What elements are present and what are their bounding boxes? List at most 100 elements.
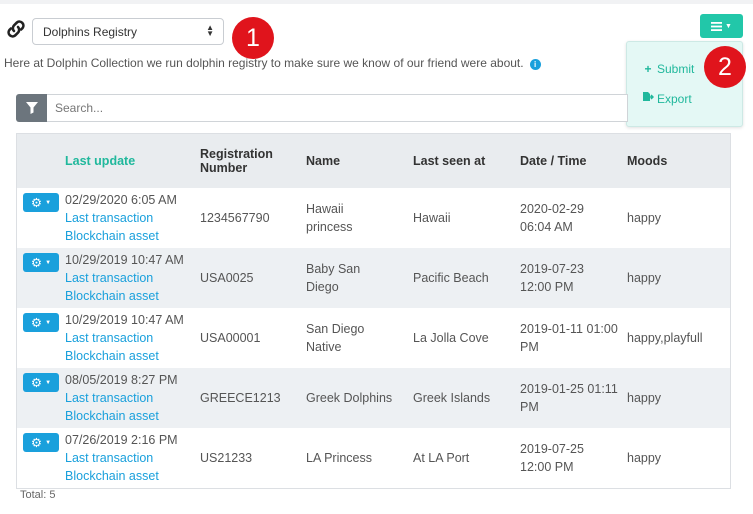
name-line-1: San Diego	[306, 322, 365, 336]
chevron-down-icon: ▼	[725, 22, 732, 30]
row-actions-cell: ⚙ ▼	[17, 248, 65, 308]
row-actions-button[interactable]: ⚙ ▼	[23, 253, 59, 272]
blockchain-asset-link[interactable]: Blockchain asset	[65, 467, 200, 485]
registration-header-line-1: Registration	[200, 147, 273, 161]
row-actions-cell: ⚙ ▼	[17, 308, 65, 368]
row-actions-cell: ⚙ ▼	[17, 368, 65, 428]
menu-item-submit[interactable]: + Submit	[642, 62, 694, 76]
last-update-cell: 08/05/2019 8:27 PM Last transaction Blockc…	[65, 368, 200, 428]
name-line-1: Baby San	[306, 262, 361, 276]
date-line-2: 12:00 PM	[520, 460, 574, 474]
registration-cell: 1234567790	[200, 211, 270, 225]
hamburger-icon	[711, 21, 723, 31]
export-icon	[643, 92, 654, 101]
column-header-last-update[interactable]: Last update	[65, 134, 200, 188]
last-update-date: 08/05/2019 8:27 PM	[65, 373, 178, 387]
date-line-2: PM	[520, 340, 539, 354]
last-update-date: 10/29/2019 10:47 AM	[65, 313, 184, 327]
last-transaction-link[interactable]: Last transaction	[65, 209, 200, 227]
last-transaction-link[interactable]: Last transaction	[65, 389, 200, 407]
last-update-cell: 02/29/2020 6:05 AM Last transaction Blockc…	[65, 188, 200, 248]
last-transaction-link[interactable]: Last transaction	[65, 329, 200, 347]
row-actions-button[interactable]: ⚙ ▼	[23, 193, 59, 212]
menu-item-submit-label: Submit	[657, 62, 695, 76]
last-update-cell: 10/29/2019 10:47 AM Last transaction Block…	[65, 308, 200, 368]
row-actions-cell: ⚙ ▼	[17, 188, 65, 248]
info-icon[interactable]: i	[529, 59, 541, 70]
registration-header-line-2: Number	[200, 161, 248, 175]
callout-badge-2: 2	[704, 46, 746, 88]
column-header-moods[interactable]: Moods	[627, 134, 730, 188]
chevron-down-icon: ▼	[45, 319, 52, 326]
registration-cell: US21233	[200, 451, 253, 465]
last-seen-cell: Hawaii	[413, 211, 451, 225]
table-header-row: Last update Registration Number Name Las…	[17, 134, 730, 188]
last-transaction-link[interactable]: Last transaction	[65, 449, 200, 467]
table-row: ⚙ ▼ 10/29/2019 10:47 AM Last transaction Blo…	[17, 248, 730, 308]
last-seen-cell: La Jolla Cove	[413, 331, 489, 345]
row-actions-button[interactable]: ⚙ ▼	[23, 433, 59, 452]
top-strip	[0, 0, 753, 4]
row-actions-cell: ⚙ ▼	[17, 428, 65, 488]
name-line-1: Greek Dolphins	[306, 391, 393, 405]
name-cell: Baby San Diego	[306, 248, 413, 308]
date-time-cell: 2019-01-11 01:00 PM	[520, 308, 627, 368]
blockchain-asset-link[interactable]: Blockchain asset	[65, 227, 200, 245]
name-line-1: LA Princess	[306, 451, 373, 465]
chevron-down-icon: ▼	[45, 439, 52, 446]
moods-cell: happy	[627, 391, 662, 405]
gear-icon: ⚙	[30, 315, 43, 330]
last-seen-cell: Greek Islands	[413, 391, 491, 405]
column-header-name[interactable]: Name	[306, 134, 413, 188]
name-line-1: Hawaii	[306, 202, 344, 216]
actions-menu-button[interactable]: ▼	[700, 14, 743, 38]
total-count: Total: 5	[20, 489, 56, 501]
chevron-down-icon: ▼	[45, 199, 52, 206]
moods-cell: happy,playfull	[627, 331, 703, 345]
date-line-2: PM	[520, 400, 539, 414]
search-bar	[16, 94, 628, 122]
search-input[interactable]	[47, 94, 628, 122]
table-row: ⚙ ▼ 07/26/2019 2:16 PM Last transaction Bloc…	[17, 428, 730, 488]
moods-cell: happy	[627, 451, 662, 465]
gear-icon: ⚙	[30, 435, 43, 450]
name-cell: Hawaii princess	[306, 188, 413, 248]
blockchain-asset-link[interactable]: Blockchain asset	[65, 287, 200, 305]
moods-cell: happy	[627, 211, 662, 225]
blockchain-asset-link[interactable]: Blockchain asset	[65, 347, 200, 365]
actions-column-header	[17, 134, 65, 188]
filter-button[interactable]	[16, 94, 47, 122]
menu-item-export-label: Export	[657, 92, 692, 106]
name-line-2: Native	[306, 340, 342, 354]
last-seen-cell: Pacific Beach	[413, 271, 489, 285]
last-update-date: 10/29/2019 10:47 AM	[65, 253, 184, 267]
column-header-registration[interactable]: Registration Number	[200, 134, 306, 188]
gear-icon: ⚙	[30, 255, 43, 270]
column-header-last-seen[interactable]: Last seen at	[413, 134, 520, 188]
table-row: ⚙ ▼ 10/29/2019 10:47 AM Last transaction Blo…	[17, 308, 730, 368]
registry-select-value: Dolphins Registry	[43, 25, 138, 39]
gear-icon: ⚙	[30, 195, 43, 210]
moods-cell: happy	[627, 271, 662, 285]
date-line-2: 06:04 AM	[520, 220, 573, 234]
row-actions-button[interactable]: ⚙ ▼	[23, 313, 59, 332]
date-line-1: 2019-01-11 01:00	[520, 322, 618, 336]
last-update-date: 07/26/2019 2:16 PM	[65, 433, 178, 447]
registration-cell: USA00001	[200, 331, 261, 345]
name-cell: Greek Dolphins	[306, 368, 413, 428]
date-time-cell: 2020-02-29 06:04 AM	[520, 188, 627, 248]
description-text: Here at Dolphin Collection we run dolphi…	[4, 56, 524, 70]
last-seen-cell: At LA Port	[413, 451, 470, 465]
row-actions-button[interactable]: ⚙ ▼	[23, 373, 59, 392]
name-cell: LA Princess	[306, 428, 413, 488]
chevron-down-icon: ▼	[45, 259, 52, 266]
last-update-date: 02/29/2020 6:05 AM	[65, 193, 177, 207]
menu-item-export[interactable]: Export	[642, 91, 692, 106]
registry-select[interactable]: Dolphins Registry ▲ ▼	[32, 18, 224, 45]
column-header-date-time[interactable]: Date / Time	[520, 134, 627, 188]
filter-icon	[25, 102, 38, 114]
date-line-2: 12:00 PM	[520, 280, 574, 294]
blockchain-asset-link[interactable]: Blockchain asset	[65, 407, 200, 425]
last-transaction-link[interactable]: Last transaction	[65, 269, 200, 287]
select-arrows-icon: ▲ ▼	[206, 23, 214, 38]
